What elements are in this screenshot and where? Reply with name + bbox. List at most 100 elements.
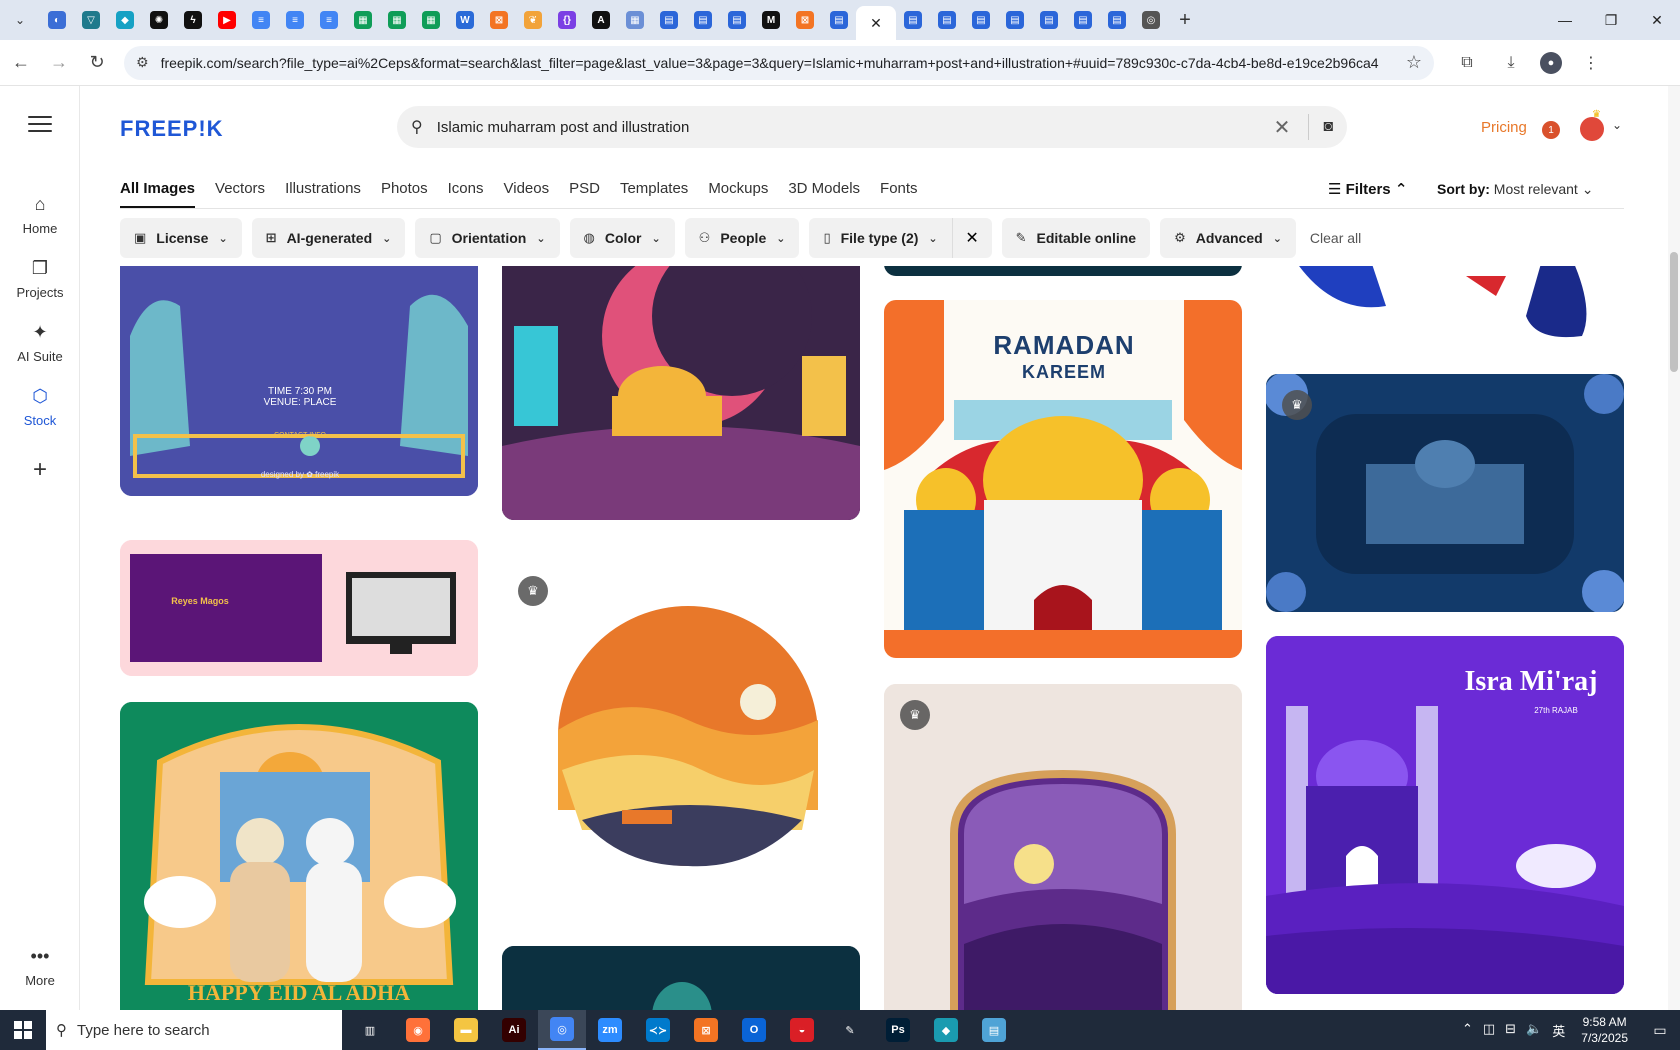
pricing-link[interactable]: Pricing bbox=[1481, 119, 1527, 136]
result-card-desert-circle[interactable]: ♛ bbox=[502, 560, 860, 914]
result-card-partial[interactable] bbox=[884, 266, 1242, 276]
browser-tab-23[interactable]: ▤ bbox=[822, 0, 856, 40]
browser-tab-after-2[interactable]: ▤ bbox=[964, 0, 998, 40]
result-card-iftar-invite[interactable]: TIME 7:30 PM VENUE: PLACE CONTACT INFO d… bbox=[120, 266, 478, 496]
browser-tab-20[interactable]: ▤ bbox=[720, 0, 754, 40]
taskbar-app-4[interactable]: ◎ bbox=[538, 1010, 586, 1050]
browser-tab-after-5[interactable]: ▤ bbox=[1066, 0, 1100, 40]
browser-tab-14[interactable]: ❦ bbox=[516, 0, 550, 40]
result-card-reyes-magos[interactable]: Reyes Magos bbox=[120, 540, 478, 676]
profile-avatar[interactable]: ● bbox=[1540, 51, 1562, 74]
tab-psd[interactable]: PSD bbox=[569, 170, 600, 208]
result-card-isra-miraj[interactable]: Isra Mi'raj 27th RAJAB bbox=[1266, 636, 1624, 994]
clear-file-type-icon[interactable]: ✕ bbox=[951, 218, 992, 258]
notification-center-icon[interactable]: ▭ bbox=[1640, 1010, 1680, 1050]
clear-search-icon[interactable]: ✕ bbox=[1274, 115, 1291, 140]
browser-tab-after-0[interactable]: ▤ bbox=[896, 0, 930, 40]
scrollbar-thumb[interactable] bbox=[1670, 252, 1678, 372]
active-tab[interactable]: ✕ bbox=[856, 6, 896, 40]
browser-tab-19[interactable]: ▤ bbox=[686, 0, 720, 40]
result-card-lanterns[interactable] bbox=[502, 946, 860, 1010]
network-icon[interactable]: ⊟ bbox=[1505, 1021, 1516, 1040]
rail-item-more[interactable]: ••• More bbox=[0, 946, 80, 988]
browser-tab-after-1[interactable]: ▤ bbox=[930, 0, 964, 40]
browser-tab-3[interactable]: ✺ bbox=[142, 0, 176, 40]
browser-tab-18[interactable]: ▤ bbox=[652, 0, 686, 40]
chevron-up-icon[interactable]: ⌃ bbox=[1462, 1021, 1473, 1040]
tab-photos[interactable]: Photos bbox=[381, 170, 428, 208]
tab-fonts[interactable]: Fonts bbox=[880, 170, 918, 208]
add-icon[interactable]: + bbox=[24, 454, 56, 486]
browser-tab-4[interactable]: ϟ bbox=[176, 0, 210, 40]
tab-all-images[interactable]: All Images bbox=[120, 170, 196, 208]
tab-templates[interactable]: Templates bbox=[620, 170, 688, 208]
browser-tab-after-7[interactable]: ◎ bbox=[1134, 0, 1168, 40]
browser-tab-21[interactable]: M bbox=[754, 0, 788, 40]
url-text[interactable]: freepik.com/search?file_type=ai%2Ceps&fo… bbox=[161, 55, 1406, 71]
back-icon[interactable]: ← bbox=[4, 46, 38, 80]
taskbar-search[interactable]: ⚲ Type here to search bbox=[46, 1010, 342, 1050]
notification-badge[interactable]: 1 bbox=[1542, 121, 1560, 139]
browser-tab-13[interactable]: ⊠ bbox=[482, 0, 516, 40]
bookmark-star-icon[interactable]: ☆ bbox=[1406, 52, 1422, 73]
tab-illustrations[interactable]: Illustrations bbox=[285, 170, 361, 208]
browser-tab-7[interactable]: ≡ bbox=[278, 0, 312, 40]
filter-chip-file-type-2-[interactable]: ▯ File type (2) ⌄ bbox=[809, 218, 952, 258]
tab-mockups[interactable]: Mockups bbox=[708, 170, 768, 208]
restore-icon[interactable]: ❐ bbox=[1588, 0, 1634, 40]
chevron-down-icon[interactable]: ⌄ bbox=[1612, 118, 1622, 132]
reload-icon[interactable]: ↻ bbox=[80, 46, 114, 80]
minimize-icon[interactable]: — bbox=[1542, 0, 1588, 40]
rail-item-home[interactable]: ⌂ Home bbox=[0, 194, 80, 236]
browser-tab-11[interactable]: ▦ bbox=[414, 0, 448, 40]
browser-tab-22[interactable]: ⊠ bbox=[788, 0, 822, 40]
forward-icon[interactable]: → bbox=[42, 46, 76, 80]
browser-tab-after-4[interactable]: ▤ bbox=[1032, 0, 1066, 40]
rail-item-projects[interactable]: ❐ Projects bbox=[0, 258, 80, 300]
clear-all-link[interactable]: Clear all bbox=[1310, 230, 1361, 246]
taskbar-app-2[interactable]: ▬ bbox=[442, 1010, 490, 1050]
camera-search-icon[interactable]: ◙ bbox=[1323, 118, 1333, 136]
browser-tab-5[interactable]: ▶ bbox=[210, 0, 244, 40]
filter-chip-people[interactable]: ⚇ People ⌄ bbox=[684, 218, 800, 258]
rail-item-ai-suite[interactable]: ✦ AI Suite bbox=[0, 322, 80, 364]
taskbar-app-5[interactable]: zm bbox=[586, 1010, 634, 1050]
freepik-logo[interactable]: FREEP!K bbox=[120, 116, 224, 142]
browser-tab-0[interactable]: ◐ bbox=[40, 0, 74, 40]
taskbar-app-13[interactable]: ▤ bbox=[970, 1010, 1018, 1050]
taskbar-app-3[interactable]: Ai bbox=[490, 1010, 538, 1050]
taskbar-clock[interactable]: 9:58 AM 7/3/2025 bbox=[1581, 1014, 1628, 1046]
browser-tab-15[interactable]: {} bbox=[550, 0, 584, 40]
filter-chip-license[interactable]: ▣ License ⌄ bbox=[120, 218, 242, 258]
browser-tab-8[interactable]: ≡ bbox=[312, 0, 346, 40]
result-card-eid-al-adha[interactable]: HAPPY EID AL ADHA bbox=[120, 702, 478, 1010]
hamburger-menu-icon[interactable] bbox=[28, 116, 52, 134]
browser-tab-2[interactable]: ◆ bbox=[108, 0, 142, 40]
result-card-desert-arch[interactable]: ♛ bbox=[884, 684, 1242, 1010]
editable-online-chip[interactable]: ✎ Editable online bbox=[1001, 218, 1151, 258]
site-info-icon[interactable]: ⚙ bbox=[136, 54, 149, 71]
result-card-floral-wave[interactable] bbox=[1266, 266, 1624, 342]
omnibox[interactable]: ⚙ freepik.com/search?file_type=ai%2Ceps&… bbox=[124, 45, 1434, 80]
download-icon[interactable]: ⤓ bbox=[1496, 48, 1526, 78]
taskbar-app-9[interactable]: ◒ bbox=[778, 1010, 826, 1050]
result-card-ramadan-kareem[interactable]: RAMADAN KAREEM bbox=[884, 300, 1242, 658]
windows-start-icon[interactable] bbox=[0, 1010, 46, 1050]
close-window-icon[interactable]: ✕ bbox=[1634, 0, 1680, 40]
browser-tab-16[interactable]: A bbox=[584, 0, 618, 40]
taskbar-app-12[interactable]: ◆ bbox=[922, 1010, 970, 1050]
page-scrollbar[interactable] bbox=[1668, 86, 1680, 1010]
sort-dropdown[interactable]: Sort by: Most relevant ⌄ bbox=[1437, 181, 1593, 198]
browser-tab-after-3[interactable]: ▤ bbox=[998, 0, 1032, 40]
tab-videos[interactable]: Videos bbox=[504, 170, 550, 208]
filter-chip-color[interactable]: ◍ Color ⌄ bbox=[569, 218, 675, 258]
search-input[interactable] bbox=[436, 118, 1274, 136]
tab-search-icon[interactable]: ⌄ bbox=[0, 0, 40, 40]
user-avatar[interactable]: ♛ bbox=[1580, 109, 1604, 141]
browser-tab-6[interactable]: ≡ bbox=[244, 0, 278, 40]
browser-menu-icon[interactable]: ⋮ bbox=[1576, 48, 1606, 78]
meet-icon[interactable]: ◫ bbox=[1483, 1021, 1495, 1040]
input-language-icon[interactable]: 英 bbox=[1552, 1021, 1565, 1040]
filter-chip-orientation[interactable]: ▢ Orientation ⌄ bbox=[415, 218, 560, 258]
close-tab-icon[interactable]: ✕ bbox=[870, 15, 882, 32]
